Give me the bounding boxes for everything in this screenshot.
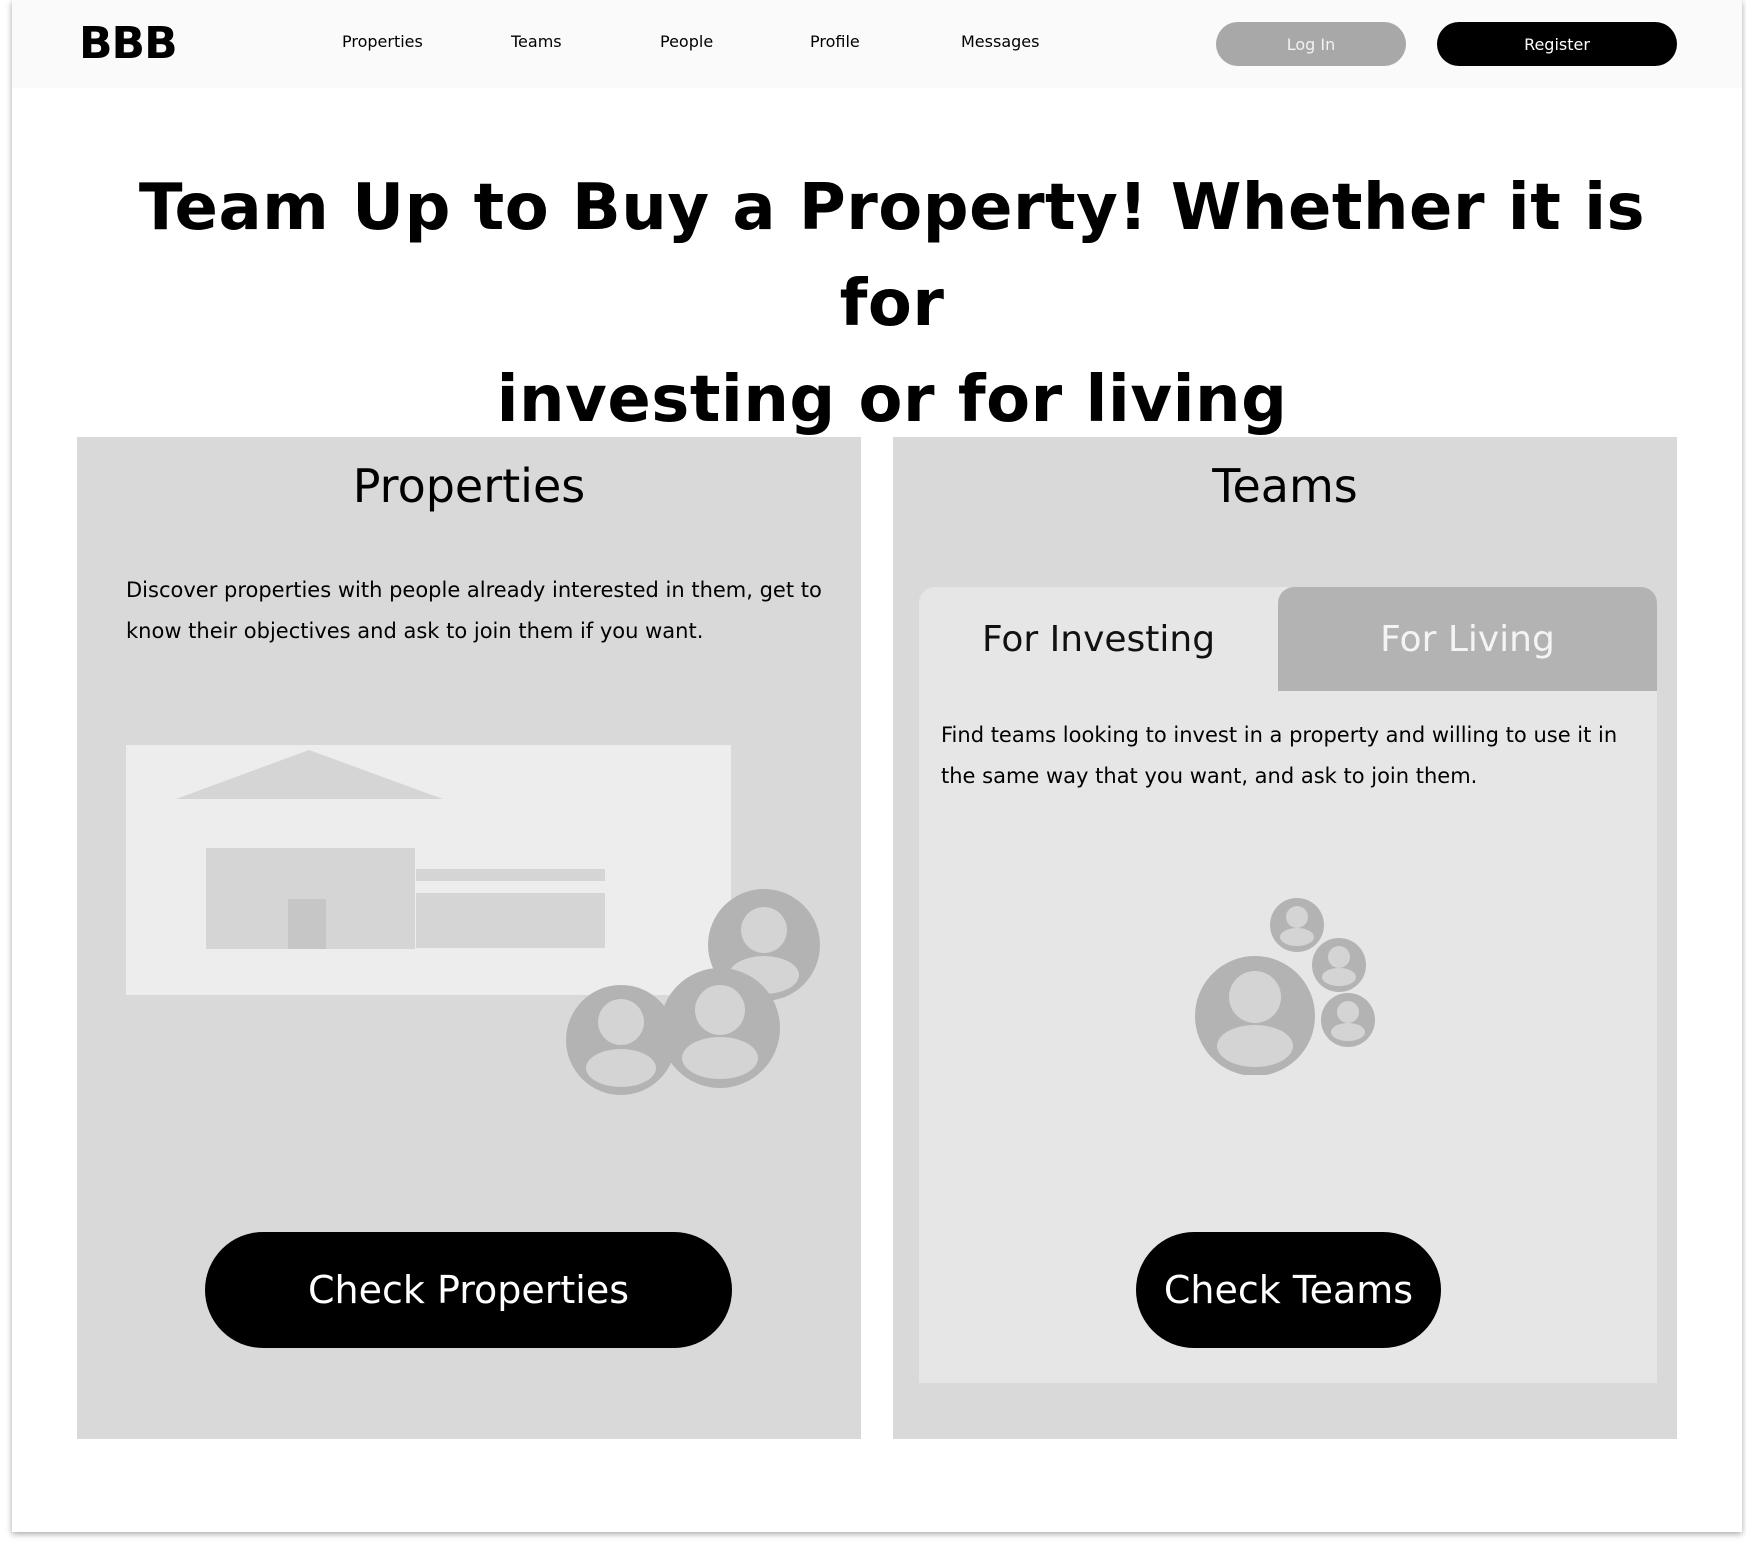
nav-link-teams[interactable]: Teams xyxy=(511,32,562,51)
teams-card: Teams For Investing For Living Find team… xyxy=(893,437,1677,1439)
tab-for-investing[interactable]: For Investing xyxy=(919,587,1278,691)
avatar-icon xyxy=(1312,938,1366,992)
nav-link-properties[interactable]: Properties xyxy=(342,32,423,51)
check-teams-button[interactable]: Check Teams xyxy=(1136,1232,1441,1348)
avatar-icon xyxy=(1270,898,1324,952)
teams-tab-panel: For Investing For Living Find teams look… xyxy=(919,587,1657,1383)
register-button[interactable]: Register xyxy=(1437,22,1677,66)
logo[interactable]: BBB xyxy=(79,18,178,69)
check-properties-button[interactable]: Check Properties xyxy=(205,1232,732,1348)
nav-link-profile[interactable]: Profile xyxy=(810,32,860,51)
properties-card-description: Discover properties with people already … xyxy=(126,578,822,643)
login-button[interactable]: Log In xyxy=(1216,22,1406,66)
teams-card-title: Teams xyxy=(1212,459,1358,513)
avatar-icon xyxy=(1195,956,1315,1075)
hero-line-2: investing or for living xyxy=(496,363,1288,437)
avatar-icon xyxy=(566,985,676,1095)
avatar-icon xyxy=(1321,993,1375,1047)
team-illustration xyxy=(1195,898,1375,1075)
properties-card-title: Properties xyxy=(352,459,586,513)
page-frame: BBB Properties Teams People Profile Mess… xyxy=(12,0,1742,1532)
hero-line-1: Team Up to Buy a Property! Whether it is… xyxy=(138,171,1646,341)
properties-card: Properties Discover properties with peop… xyxy=(77,437,861,1439)
nav-link-people[interactable]: People xyxy=(660,32,713,51)
tab-for-living[interactable]: For Living xyxy=(1278,587,1657,691)
top-navigation: BBB Properties Teams People Profile Mess… xyxy=(12,0,1742,88)
teams-tab-description: Find teams looking to invest in a proper… xyxy=(941,723,1618,788)
hero-heading: Team Up to Buy a Property! Whether it is… xyxy=(102,160,1682,448)
nav-link-messages[interactable]: Messages xyxy=(961,32,1039,51)
property-illustration xyxy=(126,745,820,1095)
avatar-icon xyxy=(660,968,780,1088)
